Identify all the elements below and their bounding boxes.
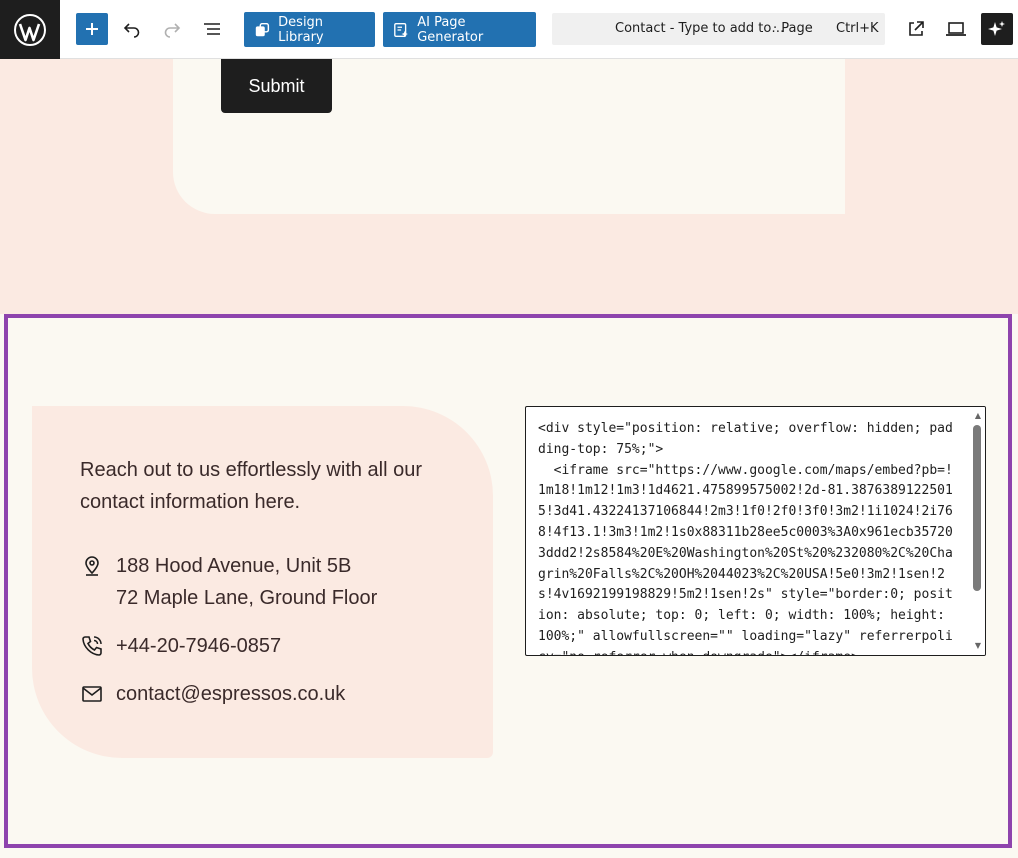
location-pin-icon: [85, 556, 99, 576]
submit-button[interactable]: Submit: [221, 59, 332, 113]
scroll-up-arrow-icon[interactable]: ▲: [975, 411, 981, 420]
external-link-icon: [909, 21, 924, 36]
contact-email-row[interactable]: contact@espressos.co.uk: [80, 678, 345, 710]
html-code-text[interactable]: <div style="position: relative; overflow…: [538, 419, 958, 655]
document-title: Contact - Type to add to…: [615, 21, 785, 36]
sparkle-icon: [988, 21, 1005, 36]
editor-toolbar: Design Library AI Page Generator Contact…: [0, 0, 1018, 59]
contact-intro-text[interactable]: Reach out to us effortlessly with all ou…: [80, 454, 460, 518]
design-library-icon: [255, 22, 270, 36]
custom-html-editor[interactable]: <div style="position: relative; overflow…: [525, 406, 986, 656]
scroll-down-arrow-icon[interactable]: ▼: [975, 641, 981, 650]
form-section: Submit: [0, 59, 1018, 314]
desktop-icon: [946, 22, 966, 36]
device-preview-button[interactable]: [940, 13, 972, 45]
ai-page-generator-button[interactable]: AI Page Generator: [383, 12, 536, 47]
email-address: contact@espressos.co.uk: [116, 683, 346, 705]
design-library-button[interactable]: Design Library: [244, 12, 375, 47]
phone-icon: [82, 636, 102, 656]
view-page-button[interactable]: [900, 13, 932, 45]
phone-number: +44-20-7946-0857: [116, 635, 282, 657]
address-line-1: 188 Hood Avenue, Unit 5B: [116, 555, 352, 577]
redo-button[interactable]: [156, 13, 188, 45]
design-library-label: Design Library: [278, 14, 324, 45]
contact-address-row[interactable]: 188 Hood Avenue, Unit 5B 72 Maple Lane, …: [80, 550, 377, 614]
list-view-icon: [204, 23, 220, 35]
mail-icon: [82, 686, 102, 702]
code-scrollbar[interactable]: ▲ ▼: [969, 407, 985, 655]
plus-icon: [86, 23, 98, 35]
redo-icon: [164, 23, 181, 38]
ai-generator-label: AI Page Generator: [417, 14, 484, 45]
ai-assistant-button[interactable]: [981, 13, 1013, 45]
document-type: · Page: [773, 21, 813, 36]
contact-phone-row[interactable]: +44-20-7946-0857: [80, 630, 281, 662]
add-block-button[interactable]: [76, 13, 108, 45]
undo-button[interactable]: [116, 13, 148, 45]
undo-icon: [123, 23, 140, 38]
address-line-2: 72 Maple Lane, Ground Floor: [116, 587, 378, 609]
wordpress-logo[interactable]: [0, 0, 60, 59]
command-palette-bar[interactable]: Contact - Type to add to… · Page Ctrl+K: [552, 13, 885, 45]
scroll-thumb[interactable]: [973, 425, 981, 591]
list-view-button[interactable]: [196, 13, 228, 45]
wordpress-icon: [14, 13, 46, 46]
ai-generator-icon: [394, 22, 408, 37]
command-shortcut: Ctrl+K: [836, 21, 879, 36]
